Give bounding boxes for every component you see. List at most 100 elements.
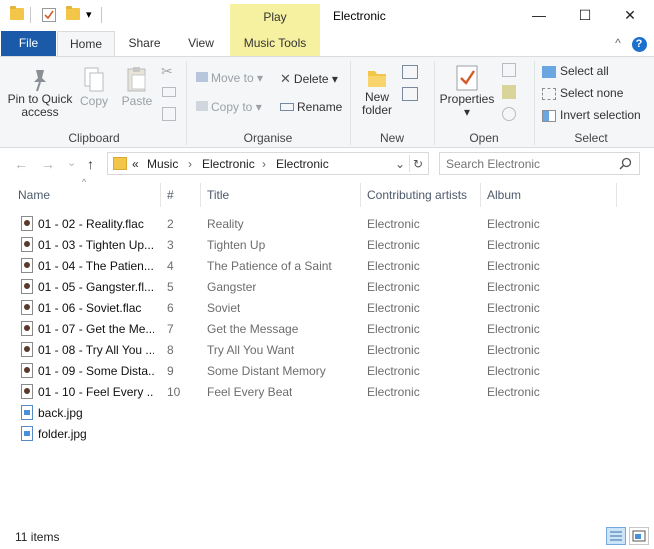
column-header-album[interactable]: Album (487, 183, 521, 207)
new-item-button[interactable] (402, 65, 418, 79)
breadcrumb-item[interactable]: Electronic (276, 157, 329, 171)
cut-button[interactable]: ✂ (161, 63, 173, 80)
up-button[interactable]: ↑ (87, 156, 94, 172)
new-folder-button[interactable]: New folder (356, 65, 398, 117)
delete-button[interactable]: ✕ Delete ▾ (280, 71, 338, 87)
column-header-artists[interactable]: Contributing artists (367, 183, 467, 207)
move-to-button[interactable]: Move to ▾ (196, 71, 263, 85)
track-album: Electronic (487, 217, 540, 231)
column-header-title[interactable]: Title (207, 183, 229, 207)
image-file-icon (21, 405, 33, 420)
file-row[interactable]: 01 - 10 - Feel Every ... 10 Feel Every B… (16, 381, 556, 402)
audio-file-icon (21, 237, 33, 252)
file-row[interactable]: 01 - 04 - The Patien... 4 The Patience o… (16, 255, 556, 276)
select-all-button[interactable]: Select all (542, 64, 609, 78)
forward-button[interactable]: → (41, 156, 55, 172)
refresh-button[interactable]: ↻ (413, 157, 423, 171)
audio-file-icon (21, 384, 33, 399)
open-button[interactable] (502, 63, 516, 77)
file-name: folder.jpg (38, 427, 87, 441)
rename-icon (280, 103, 294, 111)
tab-share[interactable]: Share (122, 31, 167, 56)
copy-to-label: Copy to (211, 100, 253, 114)
paste-label: Paste (121, 94, 153, 108)
address-dropdown-button[interactable]: ⌄ (395, 157, 405, 171)
maximize-button[interactable]: ☐ (562, 0, 608, 31)
folder-icon[interactable] (10, 6, 24, 20)
track-artists: Electronic (367, 322, 420, 336)
pin-to-quick-access-button[interactable]: Pin to Quick access (4, 67, 76, 119)
tab-home[interactable]: Home (57, 31, 115, 57)
navigation-bar: ← → ⌄ ↑ « Music › Electronic › Electroni… (0, 149, 654, 179)
history-button[interactable] (502, 107, 516, 121)
file-row[interactable]: 01 - 03 - Tighten Up... 3 Tighten Up Ele… (16, 234, 556, 255)
divider (409, 155, 410, 172)
search-input[interactable] (446, 155, 614, 172)
track-artists: Electronic (367, 301, 420, 315)
column-header-number[interactable]: # (167, 183, 174, 207)
search-icon[interactable] (619, 157, 632, 170)
breadcrumb-overflow[interactable]: « (132, 157, 139, 171)
minimize-button[interactable]: — (516, 0, 562, 31)
divider (101, 7, 102, 23)
track-title: Feel Every Beat (207, 385, 293, 399)
file-row[interactable]: 01 - 09 - Some Dista... 9 Some Distant M… (16, 360, 556, 381)
collapse-ribbon-button[interactable]: ^ (610, 31, 626, 56)
file-row[interactable]: 01 - 08 - Try All You ... 8 Try All You … (16, 339, 556, 360)
pin-icon (34, 70, 46, 92)
column-header-name[interactable]: Name (18, 183, 50, 207)
move-to-icon (196, 72, 208, 82)
back-button[interactable]: ← (14, 156, 28, 172)
properties-check-icon[interactable] (42, 8, 56, 22)
select-none-button[interactable]: Select none (542, 86, 623, 100)
rename-button[interactable]: Rename (280, 100, 342, 114)
tab-view[interactable]: View (180, 31, 222, 56)
file-row[interactable]: 01 - 07 - Get the Me... 7 Get the Messag… (16, 318, 556, 339)
invert-selection-button[interactable]: Invert selection (542, 108, 641, 122)
breadcrumb-separator[interactable]: › (262, 157, 266, 171)
file-row[interactable]: folder.jpg (16, 423, 556, 444)
easy-access-button[interactable] (402, 87, 418, 101)
file-name: back.jpg (38, 406, 83, 420)
divider (360, 183, 361, 207)
quick-access-dropdown[interactable]: ▾ (86, 8, 92, 21)
details-view-button[interactable] (606, 527, 626, 545)
paste-shortcut-button[interactable] (162, 107, 176, 121)
properties-icon (456, 65, 478, 91)
edit-button[interactable] (502, 85, 516, 99)
new-folder-label-line2: folder (361, 103, 393, 117)
window-title: Electronic (333, 9, 386, 23)
file-row[interactable]: back.jpg (16, 402, 556, 423)
ribbon-tabs: File Home Share View Music Tools ^ ? (0, 31, 654, 57)
file-row[interactable]: 01 - 02 - Reality.flac 2 Reality Electro… (16, 213, 556, 234)
breadcrumb-item[interactable]: Electronic (202, 157, 255, 171)
track-title: Gangster (207, 280, 257, 294)
close-button[interactable]: ✕ (607, 0, 653, 31)
new-folder-icon[interactable] (66, 6, 80, 20)
delete-icon: ✕ (280, 71, 291, 86)
file-name: 01 - 07 - Get the Me... (38, 322, 154, 336)
copy-to-button[interactable]: Copy to ▾ (196, 100, 262, 114)
audio-file-icon (21, 363, 33, 378)
address-bar[interactable]: « Music › Electronic › Electronic ⌄ ↻ (107, 152, 429, 175)
recent-locations-button[interactable]: ⌄ (67, 156, 76, 169)
divider (200, 183, 201, 207)
track-title: Some Distant Memory (207, 364, 326, 378)
audio-file-icon (21, 216, 33, 231)
paste-button[interactable]: Paste (118, 65, 156, 108)
large-icons-view-button[interactable] (629, 527, 649, 545)
breadcrumb-item[interactable]: Music (147, 157, 178, 171)
copy-path-button[interactable] (162, 87, 176, 97)
copy-button[interactable]: Copy (78, 65, 110, 108)
item-count: 11 items (15, 530, 60, 544)
audio-file-icon (21, 321, 33, 336)
tab-file[interactable]: File (1, 31, 56, 56)
search-box[interactable] (439, 152, 640, 175)
help-button[interactable]: ? (630, 31, 648, 56)
tab-music-tools[interactable]: Music Tools (230, 31, 320, 56)
properties-button[interactable]: Properties ▾ (438, 63, 496, 119)
breadcrumb-separator[interactable]: › (188, 157, 192, 171)
image-file-icon (21, 426, 33, 441)
file-row[interactable]: 01 - 06 - Soviet.flac 6 Soviet Electroni… (16, 297, 556, 318)
file-row[interactable]: 01 - 05 - Gangster.fl... 5 Gangster Elec… (16, 276, 556, 297)
